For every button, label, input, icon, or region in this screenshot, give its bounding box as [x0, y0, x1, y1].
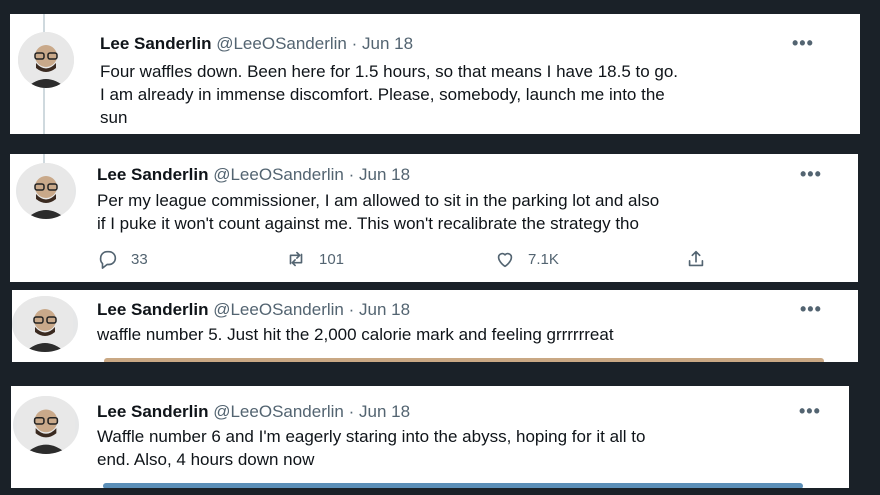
reply-icon: [99, 250, 117, 269]
author-name[interactable]: Lee Sanderlin: [97, 165, 208, 184]
tweet-text-line: Four waffles down. Been here for 1.5 hou…: [100, 62, 679, 81]
tweet-date[interactable]: Jun 18: [359, 165, 410, 184]
author-name[interactable]: Lee Sanderlin: [100, 34, 211, 53]
tweet-header: Lee Sanderlin @LeeOSanderlin · Jun 18: [97, 402, 410, 422]
tweet-text: Four waffles down. Been here for 1.5 hou…: [100, 60, 678, 129]
tweet-card[interactable]: Lee Sanderlin @LeeOSanderlin · Jun 18 ••…: [10, 14, 860, 134]
more-icon[interactable]: •••: [792, 33, 814, 54]
tweet-actions: 33 101 7.1K: [97, 248, 727, 272]
tweet-card[interactable]: Lee Sanderlin @LeeOSanderlin · Jun 18 ••…: [12, 290, 858, 362]
tweet-header: Lee Sanderlin @LeeOSanderlin · Jun 18: [97, 165, 410, 185]
like-count: 7.1K: [528, 250, 559, 268]
heart-icon: [497, 252, 513, 268]
more-icon[interactable]: •••: [800, 299, 822, 320]
tweet-card[interactable]: Lee Sanderlin @LeeOSanderlin · Jun 18 ••…: [11, 386, 849, 488]
separator: ·: [351, 34, 358, 53]
more-icon[interactable]: •••: [800, 164, 822, 185]
tweet-header: Lee Sanderlin @LeeOSanderlin · Jun 18: [97, 300, 410, 320]
author-name[interactable]: Lee Sanderlin: [97, 402, 208, 421]
retweet-button[interactable]: 101: [285, 248, 344, 270]
tweet-text: Waffle number 6 and I'm eagerly staring …: [97, 425, 645, 471]
author-name[interactable]: Lee Sanderlin: [97, 300, 208, 319]
tweet-date[interactable]: Jun 18: [362, 34, 413, 53]
tweet-card[interactable]: Lee Sanderlin @LeeOSanderlin · Jun 18 ••…: [10, 154, 858, 282]
tweet-text: Per my league commissioner, I am allowed…: [97, 189, 659, 235]
reply-button[interactable]: 33: [97, 248, 148, 270]
media-preview[interactable]: [103, 483, 803, 488]
like-button[interactable]: 7.1K: [494, 248, 559, 270]
share-icon: [688, 250, 704, 267]
author-handle[interactable]: @LeeOSanderlin: [213, 165, 344, 184]
tweet-header: Lee Sanderlin @LeeOSanderlin · Jun 18: [100, 34, 413, 54]
tweet-text-line: Waffle number 6 and I'm eagerly staring …: [97, 427, 646, 446]
tweet-text-line: I am already in immense discomfort. Plea…: [100, 85, 665, 104]
tweet-date[interactable]: Jun 18: [359, 402, 410, 421]
share-button[interactable]: [685, 248, 707, 270]
retweet-count: 101: [319, 250, 345, 268]
tweet-text-line: Per my league commissioner, I am allowed…: [97, 191, 660, 210]
reply-count: 33: [131, 250, 148, 268]
avatar[interactable]: [12, 296, 78, 352]
author-handle[interactable]: @LeeOSanderlin: [216, 34, 347, 53]
avatar[interactable]: [13, 396, 79, 454]
media-preview[interactable]: [104, 358, 824, 362]
thread-line: [43, 88, 45, 134]
avatar[interactable]: [18, 32, 74, 88]
more-icon[interactable]: •••: [799, 401, 821, 422]
author-handle[interactable]: @LeeOSanderlin: [213, 300, 344, 319]
avatar[interactable]: [16, 163, 76, 219]
tweet-text-line: end. Also, 4 hours down now: [97, 450, 315, 469]
separator: ·: [348, 165, 355, 184]
retweet-icon: [289, 251, 303, 267]
separator: ·: [348, 402, 355, 421]
author-handle[interactable]: @LeeOSanderlin: [213, 402, 344, 421]
tweet-date[interactable]: Jun 18: [359, 300, 410, 319]
thread-line: [43, 14, 45, 34]
tweet-text-line: if I puke it won't count against me. Thi…: [97, 214, 639, 233]
separator: ·: [348, 300, 355, 319]
tweet-text: waffle number 5. Just hit the 2,000 calo…: [97, 323, 614, 346]
tweet-text-line: waffle number 5. Just hit the 2,000 calo…: [97, 325, 614, 344]
tweet-text-line: sun: [100, 108, 128, 127]
